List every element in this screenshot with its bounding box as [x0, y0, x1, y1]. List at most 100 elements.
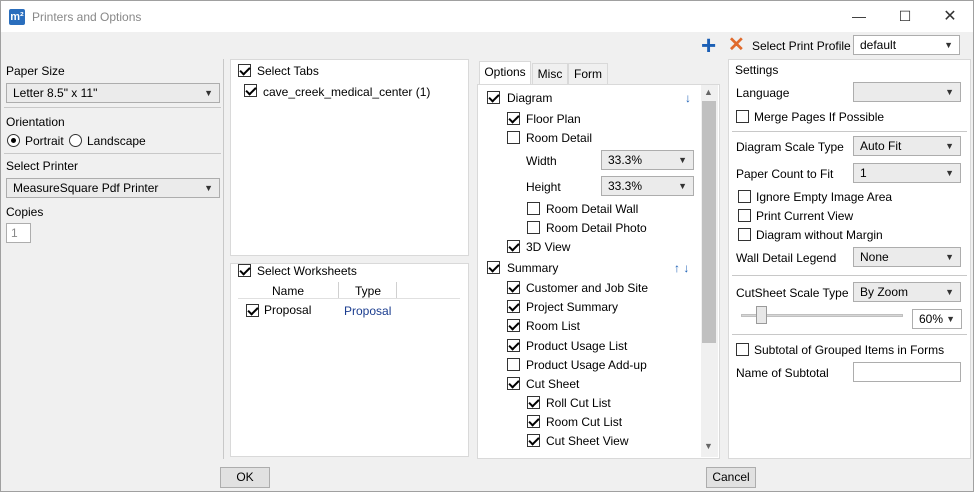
- title-bar: m² Printers and Options — ☐ ✕: [1, 1, 973, 32]
- tab-misc[interactable]: Misc: [532, 63, 568, 85]
- diagram-without-margin-label: Diagram without Margin: [756, 228, 883, 242]
- project-summary-checkbox[interactable]: [507, 300, 520, 313]
- landscape-label: Landscape: [87, 134, 146, 148]
- cut-sheet-view-checkbox[interactable]: [527, 434, 540, 447]
- chevron-down-icon: ▼: [945, 87, 954, 97]
- cutsheet-scale-type-select[interactable]: By Zoom ▼: [853, 282, 961, 302]
- room-detail-checkbox[interactable]: [507, 131, 520, 144]
- tab-item-checkbox[interactable]: [244, 84, 257, 97]
- scroll-down-icon[interactable]: ▼: [704, 441, 713, 451]
- paper-count-value: 1: [860, 166, 867, 180]
- print-current-view-checkbox[interactable]: [738, 209, 751, 222]
- column-header-name[interactable]: Name: [272, 284, 304, 298]
- roll-cut-list-checkbox[interactable]: [527, 396, 540, 409]
- select-worksheets-checkbox[interactable]: [238, 264, 251, 277]
- tab-form[interactable]: Form: [568, 63, 608, 85]
- room-detail-wall-checkbox[interactable]: [527, 202, 540, 215]
- print-profile-select[interactable]: default ▼: [853, 35, 960, 55]
- customer-job-site-checkbox[interactable]: [507, 281, 520, 294]
- wall-detail-legend-value: None: [860, 250, 889, 264]
- paper-size-label: Paper Size: [6, 64, 65, 78]
- chevron-down-icon: ▼: [944, 40, 953, 50]
- roll-cut-list-label: Roll Cut List: [546, 396, 611, 410]
- floor-plan-checkbox[interactable]: [507, 112, 520, 125]
- diagram-scale-type-value: Auto Fit: [860, 139, 902, 153]
- diagram-checkbox[interactable]: [487, 91, 500, 104]
- app-icon: m²: [9, 9, 25, 25]
- 3d-view-checkbox[interactable]: [507, 240, 520, 253]
- tab-options[interactable]: Options: [479, 61, 531, 85]
- close-icon[interactable]: ✕: [927, 1, 973, 32]
- room-list-checkbox[interactable]: [507, 319, 520, 332]
- room-detail-photo-checkbox[interactable]: [527, 221, 540, 234]
- merge-pages-checkbox[interactable]: [736, 110, 749, 123]
- height-value: 33.3%: [608, 179, 643, 193]
- height-select[interactable]: 33.3% ▼: [601, 176, 694, 196]
- diagram-scale-type-select[interactable]: Auto Fit ▼: [853, 136, 961, 156]
- copies-input[interactable]: 1: [6, 223, 31, 243]
- language-select[interactable]: ▼: [853, 82, 961, 102]
- paper-count-select[interactable]: 1 ▼: [853, 163, 961, 183]
- chevron-down-icon: ▼: [946, 314, 955, 324]
- orientation-label: Orientation: [6, 115, 65, 129]
- select-printer-label: Select Printer: [6, 159, 79, 173]
- select-tabs-checkbox[interactable]: [238, 64, 251, 77]
- floor-plan-label: Floor Plan: [526, 112, 581, 126]
- landscape-radio[interactable]: [69, 134, 82, 147]
- ignore-empty-checkbox[interactable]: [738, 190, 751, 203]
- width-select[interactable]: 33.3% ▼: [601, 150, 694, 170]
- move-down-icon[interactable]: ↓: [685, 91, 691, 105]
- chevron-down-icon: ▼: [678, 181, 687, 191]
- chevron-down-icon: ▼: [945, 141, 954, 151]
- cutsheet-scale-type-value: By Zoom: [860, 285, 909, 299]
- chevron-down-icon: ▼: [945, 252, 954, 262]
- worksheet-row-checkbox[interactable]: [246, 304, 259, 317]
- subtotal-grouped-checkbox[interactable]: [736, 343, 749, 356]
- column-divider: [223, 59, 224, 459]
- maximize-icon[interactable]: ☐: [882, 1, 928, 32]
- cancel-button[interactable]: Cancel: [706, 467, 756, 488]
- ignore-empty-label: Ignore Empty Image Area: [756, 190, 893, 204]
- column-header-type[interactable]: Type: [355, 284, 381, 298]
- name-of-subtotal-input[interactable]: [853, 362, 961, 382]
- product-usage-list-checkbox[interactable]: [507, 339, 520, 352]
- add-profile-icon[interactable]: +: [701, 32, 723, 58]
- paper-size-value: Letter 8.5" x 11": [13, 86, 98, 100]
- worksheet-row-type: Proposal: [344, 304, 392, 318]
- select-tabs-label: Select Tabs: [257, 64, 319, 78]
- scroll-up-icon[interactable]: ▲: [704, 87, 713, 97]
- remove-profile-icon[interactable]: ✕: [728, 35, 746, 55]
- printer-select[interactable]: MeasureSquare Pdf Printer ▼: [6, 178, 220, 198]
- product-usage-addup-label: Product Usage Add-up: [526, 358, 647, 372]
- summary-label: Summary: [507, 261, 559, 275]
- wall-detail-legend-select[interactable]: None ▼: [853, 247, 961, 267]
- name-of-subtotal-label: Name of Subtotal: [736, 366, 829, 380]
- move-updown-icon[interactable]: ↑ ↓: [674, 261, 689, 275]
- paper-size-select[interactable]: Letter 8.5" x 11" ▼: [6, 83, 220, 103]
- 3d-view-label: 3D View: [526, 240, 571, 254]
- print-profile-label: Select Print Profile: [752, 39, 851, 53]
- summary-checkbox[interactable]: [487, 261, 500, 274]
- paper-count-label: Paper Count to Fit: [736, 167, 834, 181]
- room-cut-list-checkbox[interactable]: [527, 415, 540, 428]
- divider: [732, 131, 967, 132]
- subtotal-grouped-label: Subtotal of Grouped Items in Forms: [754, 343, 945, 357]
- header-divider: [238, 298, 460, 299]
- portrait-radio[interactable]: [7, 134, 20, 147]
- zoom-slider-thumb[interactable]: [756, 306, 768, 324]
- tab-item-label: cave_creek_medical_center (1): [263, 85, 431, 99]
- cut-sheet-checkbox[interactable]: [507, 377, 520, 390]
- settings-title: Settings: [735, 63, 779, 77]
- zoom-select[interactable]: 60% ▼: [912, 309, 962, 329]
- room-detail-photo-label: Room Detail Photo: [546, 221, 647, 235]
- scrollbar-thumb[interactable]: [702, 101, 716, 343]
- printer-value: MeasureSquare Pdf Printer: [13, 181, 159, 195]
- diagram-scale-type-label: Diagram Scale Type: [736, 140, 844, 154]
- wall-detail-legend-label: Wall Detail Legend: [736, 251, 837, 265]
- divider: [732, 334, 967, 335]
- diagram-without-margin-checkbox[interactable]: [738, 228, 751, 241]
- product-usage-addup-checkbox[interactable]: [507, 358, 520, 371]
- ok-button[interactable]: OK: [220, 467, 270, 488]
- minimize-icon[interactable]: —: [836, 1, 882, 32]
- column-separator: [396, 282, 397, 298]
